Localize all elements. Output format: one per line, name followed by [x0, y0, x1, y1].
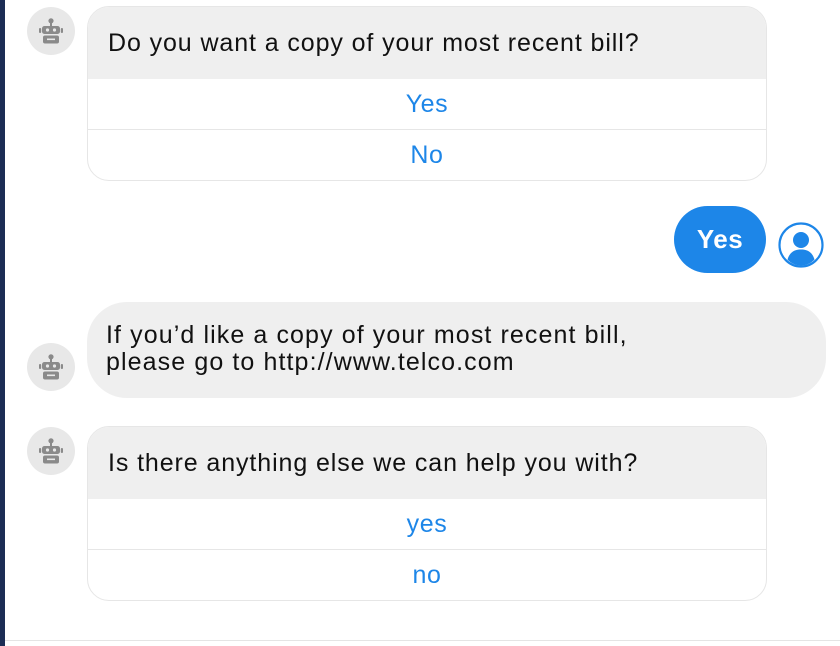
- option-yes-button[interactable]: Yes: [88, 79, 766, 129]
- bot-avatar: [27, 343, 75, 391]
- option-no-button[interactable]: No: [88, 129, 766, 180]
- help-question-card: Is there anything else we can help you w…: [87, 426, 767, 601]
- bot-avatar: [27, 427, 75, 475]
- robot-icon: [39, 438, 63, 464]
- bot-avatar: [27, 7, 75, 55]
- robot-icon: [39, 18, 63, 44]
- robot-icon: [39, 354, 63, 380]
- user-icon: [778, 222, 824, 268]
- user-avatar: [778, 222, 824, 268]
- user-reply-bubble: Yes: [674, 206, 766, 273]
- help-question: Is there anything else we can help you w…: [88, 427, 766, 499]
- option-no-button[interactable]: no: [88, 549, 766, 600]
- left-edge-strip: [0, 0, 5, 646]
- composer-divider: [5, 640, 840, 641]
- bot-message-line: If you’d like a copy of your most recent…: [106, 321, 628, 349]
- bill-copy-question-card: Do you want a copy of your most recent b…: [87, 6, 767, 181]
- bot-message-line: please go to http://www.telco.com: [106, 348, 515, 376]
- bot-message-bubble: If you’d like a copy of your most recent…: [87, 302, 826, 398]
- bill-copy-question: Do you want a copy of your most recent b…: [88, 7, 766, 79]
- option-yes-button[interactable]: yes: [88, 499, 766, 549]
